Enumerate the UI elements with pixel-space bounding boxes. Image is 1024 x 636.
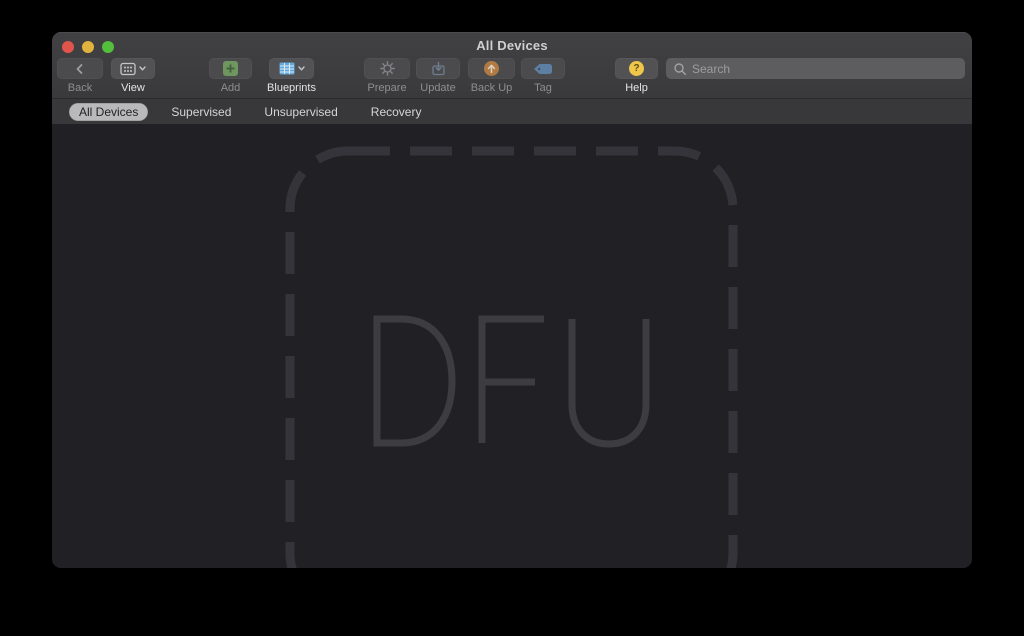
toolbar-item-tag: Tag (521, 58, 565, 79)
app-window: All Devices Back (52, 32, 972, 568)
backup-button[interactable] (468, 58, 515, 79)
question-glyph: ? (633, 64, 639, 74)
update-button[interactable] (416, 58, 460, 79)
toolbar-item-blueprints: Blueprints (269, 58, 314, 79)
chevron-down-icon (139, 66, 146, 71)
back-button[interactable] (57, 58, 103, 79)
scope-bar: All Devices Supervised Unsupervised Reco… (52, 98, 972, 124)
toolbar-item-backup: Back Up (468, 58, 515, 79)
view-label: View (121, 82, 145, 94)
dfu-watermark: DFU (285, 146, 738, 568)
tab-all-devices[interactable]: All Devices (69, 103, 148, 121)
toolbar-item-prepare: Prepare (364, 58, 410, 79)
prepare-button[interactable] (364, 58, 410, 79)
add-button[interactable] (209, 58, 252, 79)
plus-icon (223, 61, 238, 76)
search-input[interactable] (666, 58, 965, 79)
dfu-letters (377, 319, 646, 444)
blueprints-label: Blueprints (267, 82, 316, 94)
gear-icon (380, 61, 395, 76)
chevron-left-icon (74, 63, 86, 75)
window-title: All Devices (52, 38, 972, 53)
prepare-label: Prepare (367, 82, 406, 94)
toolbar-item-help: ? Help (615, 58, 658, 79)
help-label: Help (625, 82, 648, 94)
add-label: Add (221, 82, 241, 94)
tab-unsupervised[interactable]: Unsupervised (254, 103, 347, 121)
tab-recovery[interactable]: Recovery (361, 103, 432, 121)
tag-icon (533, 63, 553, 75)
download-box-icon (431, 61, 446, 76)
toolbar-item-update: Update (416, 58, 460, 79)
search-field-container (666, 58, 965, 79)
question-circle-icon: ? (629, 61, 644, 76)
help-button[interactable]: ? (615, 58, 658, 79)
blueprints-button[interactable] (269, 58, 314, 79)
up-arrow-circle-icon (484, 61, 499, 76)
tag-label: Tag (534, 82, 552, 94)
view-button[interactable] (111, 58, 155, 79)
dashed-device-outline (290, 151, 733, 568)
tab-supervised[interactable]: Supervised (161, 103, 241, 121)
chevron-down-icon (298, 66, 305, 71)
update-label: Update (420, 82, 455, 94)
backup-label: Back Up (471, 82, 513, 94)
toolbar-item-view: View (111, 58, 155, 79)
toolbar-item-back: Back (57, 58, 103, 79)
window-header: All Devices Back (52, 32, 972, 98)
back-label: Back (68, 82, 92, 94)
device-list-area: DFU (52, 124, 972, 568)
grid-view-icon (120, 62, 136, 76)
desktop-background: All Devices Back (0, 0, 1024, 636)
blueprint-grid-icon (279, 62, 295, 75)
toolbar-item-add: Add (209, 58, 252, 79)
tag-button[interactable] (521, 58, 565, 79)
